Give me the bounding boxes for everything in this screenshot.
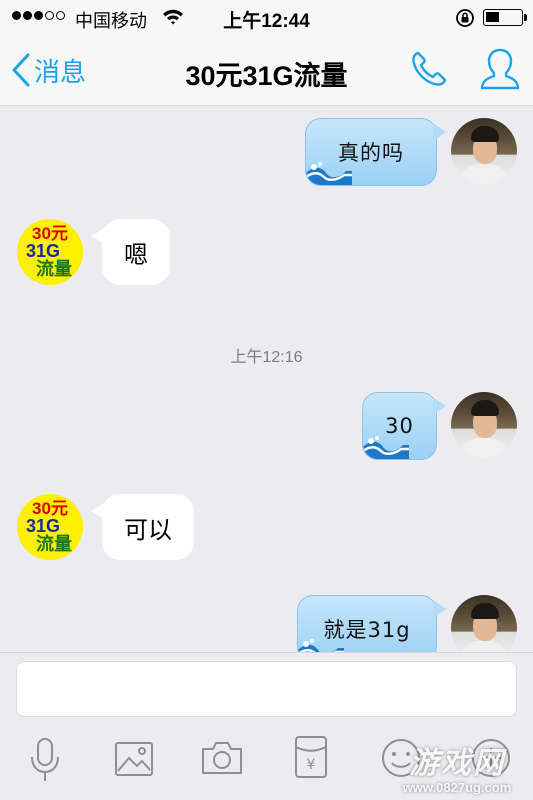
contact-avatar-line1: 30元: [32, 499, 68, 518]
message-bubble-sent[interactable]: 30: [362, 392, 437, 460]
back-label: 消息: [34, 56, 87, 87]
person-icon: [480, 48, 520, 90]
image-icon: [115, 742, 153, 776]
contact-avatar-line3: 流量: [36, 259, 72, 279]
contact-avatar-line3: 流量: [36, 534, 72, 554]
call-button[interactable]: [408, 48, 450, 95]
chevron-left-icon: [12, 53, 30, 87]
voice-button[interactable]: [28, 737, 62, 788]
red-packet-button[interactable]: ¥: [294, 735, 328, 784]
clock: 上午12:44: [223, 11, 310, 32]
message-text: 嗯: [124, 241, 148, 269]
battery-icon: [483, 9, 527, 26]
message-timestamp: 上午12:16: [230, 349, 303, 366]
camera-button[interactable]: [200, 739, 244, 782]
red-packet-icon: ¥: [295, 736, 327, 778]
message-list[interactable]: 真的吗 30元 31G 流量 嗯 上午12:16 30 30元 31G 流量 可…: [0, 107, 533, 652]
status-bar: 中国移动 上午12:44: [0, 0, 533, 34]
bubble-tail: [433, 123, 446, 141]
photo-button[interactable]: [114, 741, 154, 782]
contact-avatar[interactable]: 30元 31G 流量: [17, 494, 83, 560]
my-avatar[interactable]: [451, 595, 517, 652]
bubble-tail: [433, 397, 446, 415]
microphone-icon: [31, 738, 59, 781]
camera-icon: [202, 742, 242, 774]
message-bubble-received[interactable]: 可以: [102, 494, 194, 560]
nav-bar: 消息 30元31G流量: [0, 34, 533, 106]
message-text: 真的吗: [338, 141, 404, 165]
my-avatar[interactable]: [451, 118, 517, 184]
contact-info-button[interactable]: [478, 46, 522, 99]
message-text: 就是31g: [323, 618, 411, 642]
watermark-logo: 游戏网 www.0827ug.com: [402, 747, 512, 795]
message-text: 可以: [124, 516, 172, 544]
message-bubble-sent[interactable]: 真的吗: [305, 118, 437, 186]
message-input[interactable]: [16, 661, 517, 717]
svg-text:¥: ¥: [307, 757, 316, 773]
contact-avatar-line2: 31G: [25, 241, 61, 261]
message-bubble-received[interactable]: 嗯: [102, 219, 170, 285]
message-text: 30: [385, 414, 414, 438]
battery-level: [486, 12, 499, 22]
contact-avatar-line1: 30元: [32, 224, 68, 243]
contact-avatar[interactable]: 30元 31G 流量: [17, 219, 83, 285]
contact-avatar-line2: 31G: [25, 516, 61, 536]
message-bubble-sent[interactable]: 就是31g: [297, 595, 437, 652]
my-avatar[interactable]: [451, 392, 517, 458]
rotation-lock-icon: [455, 8, 475, 33]
back-button[interactable]: 消息: [10, 50, 86, 90]
phone-icon: [412, 51, 447, 86]
bubble-tail: [433, 600, 446, 618]
